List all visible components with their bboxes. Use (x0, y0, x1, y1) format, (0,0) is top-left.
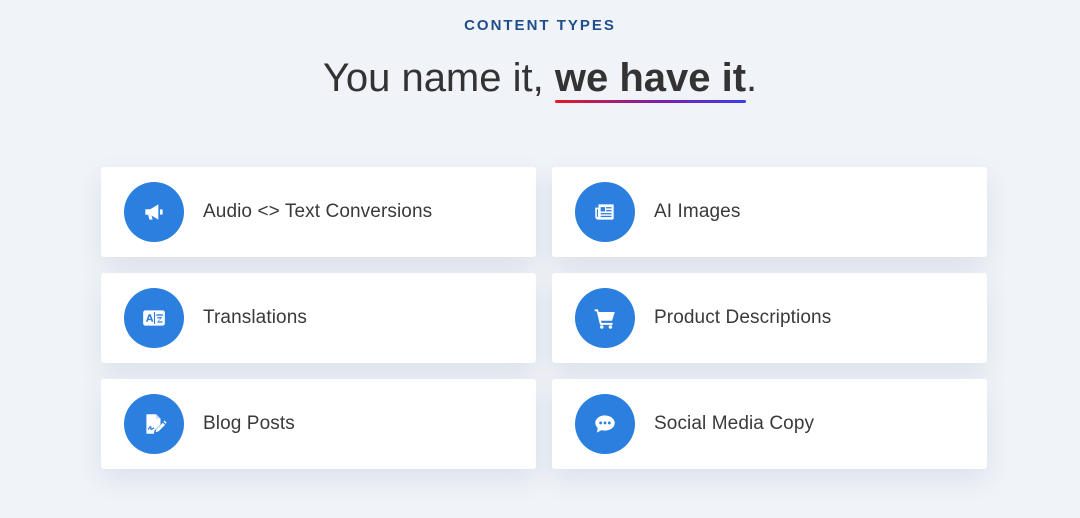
headline-highlight: we have it (554, 52, 747, 104)
shopping-cart-icon (575, 288, 635, 348)
card-product-descriptions[interactable]: Product Descriptions (552, 273, 987, 363)
card-label: AI Images (654, 201, 741, 222)
headline-end: . (746, 56, 758, 100)
headline-plain: You name it, (322, 56, 555, 100)
section-eyebrow: CONTENT TYPES (464, 17, 616, 34)
language-icon (124, 288, 184, 348)
card-translations[interactable]: Translations (101, 273, 536, 363)
card-label: Audio <> Text Conversions (203, 201, 433, 222)
newspaper-icon (575, 182, 635, 242)
section-headline: You name it, we have it. (0, 52, 1080, 104)
card-label: Product Descriptions (654, 307, 832, 328)
card-blog-posts[interactable]: Blog Posts (101, 379, 536, 469)
comment-dots-icon (575, 394, 635, 454)
card-label: Translations (203, 307, 307, 328)
card-social-media-copy[interactable]: Social Media Copy (552, 379, 987, 469)
content-types-grid: Audio <> Text Conversions AI Images Tran… (101, 167, 987, 469)
card-label: Blog Posts (203, 413, 295, 434)
card-ai-images[interactable]: AI Images (552, 167, 987, 257)
megaphone-icon (124, 182, 184, 242)
file-signature-icon (124, 394, 184, 454)
card-audio-text-conversions[interactable]: Audio <> Text Conversions (101, 167, 536, 257)
card-label: Social Media Copy (654, 413, 815, 434)
